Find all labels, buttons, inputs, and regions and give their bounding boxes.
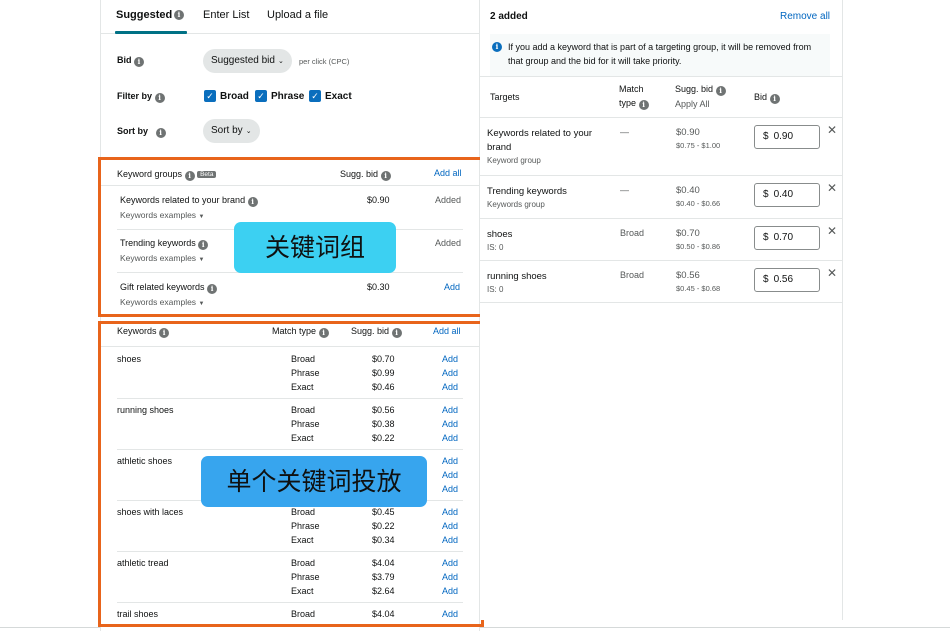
bid-info-icon[interactable]: i: [769, 94, 780, 104]
keyword-groups-overlay-label: 关键词组: [234, 222, 396, 273]
sugg-bid-header: Sugg. bid i: [675, 84, 726, 96]
remove-target-icon[interactable]: ✕: [827, 123, 837, 137]
target-type: IS: 0: [487, 285, 504, 294]
bid-value: 0.56: [773, 274, 794, 285]
bid-input[interactable]: $0.40: [754, 183, 820, 207]
target-name: shoes IS: 0: [487, 228, 512, 252]
bid-header: Bid i: [754, 92, 780, 104]
active-tab-indicator: [115, 31, 187, 34]
info-icon: i: [492, 42, 502, 52]
tab-upload-file[interactable]: Upload a file: [267, 9, 328, 21]
apply-all-link[interactable]: Apply All: [675, 99, 710, 109]
bid-info-icon[interactable]: i: [134, 57, 145, 67]
currency-symbol: $: [763, 131, 769, 142]
checkmark-icon: ✓: [309, 90, 321, 102]
match-header-line2: type i: [619, 98, 649, 110]
match-type-info-icon[interactable]: i: [638, 100, 649, 110]
info-note-text: If you add a keyword that is part of a t…: [508, 42, 812, 66]
filter-broad-checkbox[interactable]: ✓ Broad: [204, 90, 249, 102]
target-row: Keywords related to your brand Keyword gro…: [480, 118, 842, 176]
target-sugg-bid: $0.40: [676, 185, 700, 196]
added-targets-panel: 2 added Remove all i If you add a keywor…: [480, 0, 843, 620]
tab-suggested[interactable]: Suggested: [116, 9, 172, 21]
target-name-line: Trending keywords: [487, 186, 567, 197]
bid-input[interactable]: $0.56: [754, 268, 820, 292]
remove-target-icon[interactable]: ✕: [827, 266, 837, 280]
targets-table-header: Targets Match type i Sugg. bid i Apply A…: [480, 76, 842, 118]
remove-target-icon[interactable]: ✕: [827, 224, 837, 238]
bid-value: 0.90: [773, 131, 794, 142]
target-bid-range: $0.50 - $0.86: [676, 242, 721, 251]
bid-label: Bid i: [117, 55, 145, 67]
target-match-type: —: [620, 127, 629, 137]
target-type: Keyword group: [487, 156, 541, 165]
target-sugg-bid: $0.90: [676, 127, 700, 138]
target-name-line: running shoes: [487, 271, 547, 282]
target-match-type: Broad: [620, 228, 645, 238]
target-row: running shoes IS: 0 Broad $0.56 $0.45 - $0.6…: [480, 261, 842, 303]
target-name: Keywords related to your brand Keyword gro…: [487, 127, 592, 165]
bid-value: 0.40: [773, 189, 794, 200]
target-name-line: shoes: [487, 229, 513, 240]
chevron-down-icon: ⌄: [277, 58, 284, 65]
bid-suffix: per click (CPC): [299, 57, 350, 66]
target-bid-range: $0.40 - $0.66: [676, 199, 721, 208]
target-match-type: Broad: [620, 270, 645, 280]
keywords-overlay-label: 单个关键词投放: [201, 456, 427, 507]
target-row: Trending keywords Keywords group — $0.40 $0.…: [480, 176, 842, 219]
filter-phrase-checkbox[interactable]: ✓ Phrase: [255, 90, 304, 102]
bid-input[interactable]: $0.70: [754, 226, 820, 250]
target-type: Keywords group: [487, 200, 545, 209]
targets-header: Targets: [490, 92, 520, 102]
sort-dropdown[interactable]: Sort by ⌄: [203, 119, 260, 143]
target-name-line: Keywords related to your: [487, 128, 593, 139]
target-row: shoes IS: 0 Broad $0.70 $0.50 - $0.86 $0.70 ✕: [480, 219, 842, 261]
target-match-type: —: [620, 185, 629, 195]
bid-type-dropdown[interactable]: Suggested bid ⌄: [203, 49, 292, 73]
checkmark-icon: ✓: [255, 90, 267, 102]
target-name-line: brand: [487, 142, 512, 153]
target-bid-range: $0.45 - $0.68: [676, 284, 721, 293]
target-name: running shoes IS: 0: [487, 270, 547, 294]
bid-input[interactable]: $0.90: [754, 125, 820, 149]
remove-target-icon[interactable]: ✕: [827, 181, 837, 195]
suggested-info-icon[interactable]: i: [174, 10, 184, 20]
target-bid-range: $0.75 - $1.00: [676, 141, 721, 150]
bid-value: 0.70: [773, 232, 794, 243]
target-sugg-bid: $0.70: [676, 228, 700, 239]
sort-info-icon[interactable]: i: [155, 128, 166, 138]
currency-symbol: $: [763, 232, 769, 243]
target-name: Trending keywords Keywords group: [487, 185, 567, 209]
sugg-bid-info-icon[interactable]: i: [715, 86, 726, 96]
currency-symbol: $: [763, 189, 769, 200]
filter-label: Filter by i: [117, 91, 165, 103]
tab-enter-list[interactable]: Enter List: [203, 9, 249, 21]
tab-bar: Suggested i Enter List Upload a file: [101, 0, 479, 34]
match-header-line1: Match: [619, 84, 644, 94]
checkmark-icon: ✓: [204, 90, 216, 102]
remove-all-button[interactable]: Remove all: [780, 11, 830, 22]
filter-exact-checkbox[interactable]: ✓ Exact: [309, 90, 352, 102]
target-type: IS: 0: [487, 243, 504, 252]
sort-label: Sort by i: [117, 126, 166, 138]
target-sugg-bid: $0.56: [676, 270, 700, 281]
chevron-down-icon: ⌄: [245, 128, 252, 135]
added-count: 2 added: [490, 11, 528, 22]
currency-symbol: $: [763, 274, 769, 285]
filter-info-icon[interactable]: i: [154, 93, 165, 103]
